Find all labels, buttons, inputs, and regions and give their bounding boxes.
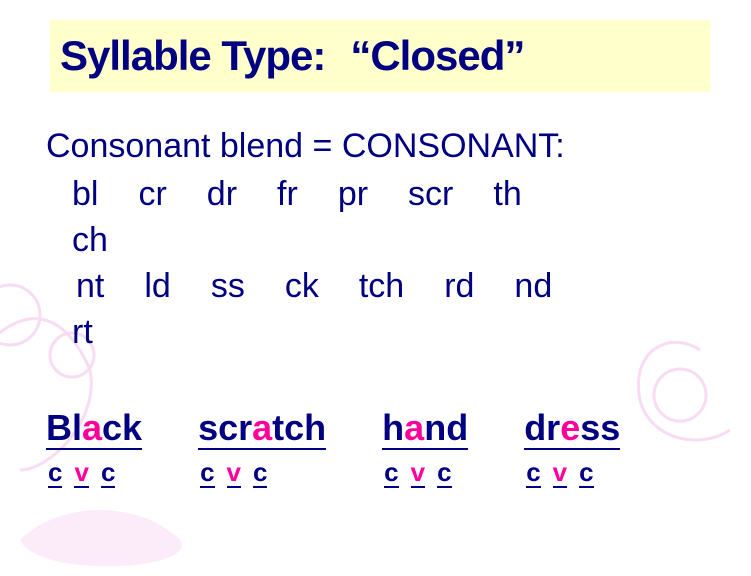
example-word: scratch (198, 408, 326, 450)
blend-item: bl (72, 172, 98, 218)
word-column: scratch c v c (198, 408, 326, 488)
blend-item: tch (359, 264, 404, 310)
blend-item: dr (207, 172, 237, 218)
blend-item: rd (444, 264, 474, 310)
word-column: Black c v c (46, 408, 142, 488)
example-word: Black (46, 408, 142, 450)
title-right: “Closed” (350, 35, 524, 77)
blend-item: ss (211, 264, 245, 310)
example-word: hand (382, 408, 468, 450)
blend-item: scr (408, 172, 453, 218)
blend-item: cr (138, 172, 166, 218)
blend-item: rt (46, 310, 706, 356)
cvc-pattern: c v c (524, 458, 593, 489)
blend-item: ld (144, 264, 170, 310)
title-box: Syllable Type: “Closed” (50, 20, 710, 92)
example-words: Black c v c scratch c v c hand c (46, 408, 706, 488)
blend-item: th (493, 172, 521, 218)
blend-item: fr (277, 172, 298, 218)
consonant-row-2: nt ld ss ck tch rd nd (46, 264, 706, 310)
cvc-pattern: c v c (198, 458, 267, 489)
cvc-pattern: c v c (46, 458, 115, 489)
body-area: Consonant blend = CONSONANT: bl cr dr fr… (46, 124, 706, 355)
consonant-row-1: bl cr dr fr pr scr th (46, 172, 706, 218)
cvc-pattern: c v c (382, 458, 451, 489)
word-column: hand c v c (382, 408, 468, 488)
subtitle: Consonant blend = CONSONANT: (46, 124, 706, 170)
example-word: dress (524, 408, 620, 450)
blend-item: ck (285, 264, 319, 310)
blend-item: pr (338, 172, 368, 218)
word-column: dress c v c (524, 408, 620, 488)
blend-item: nd (514, 264, 552, 310)
blend-item: nt (76, 264, 104, 310)
blend-item: ch (46, 218, 706, 264)
title-left: Syllable Type: (60, 35, 325, 77)
